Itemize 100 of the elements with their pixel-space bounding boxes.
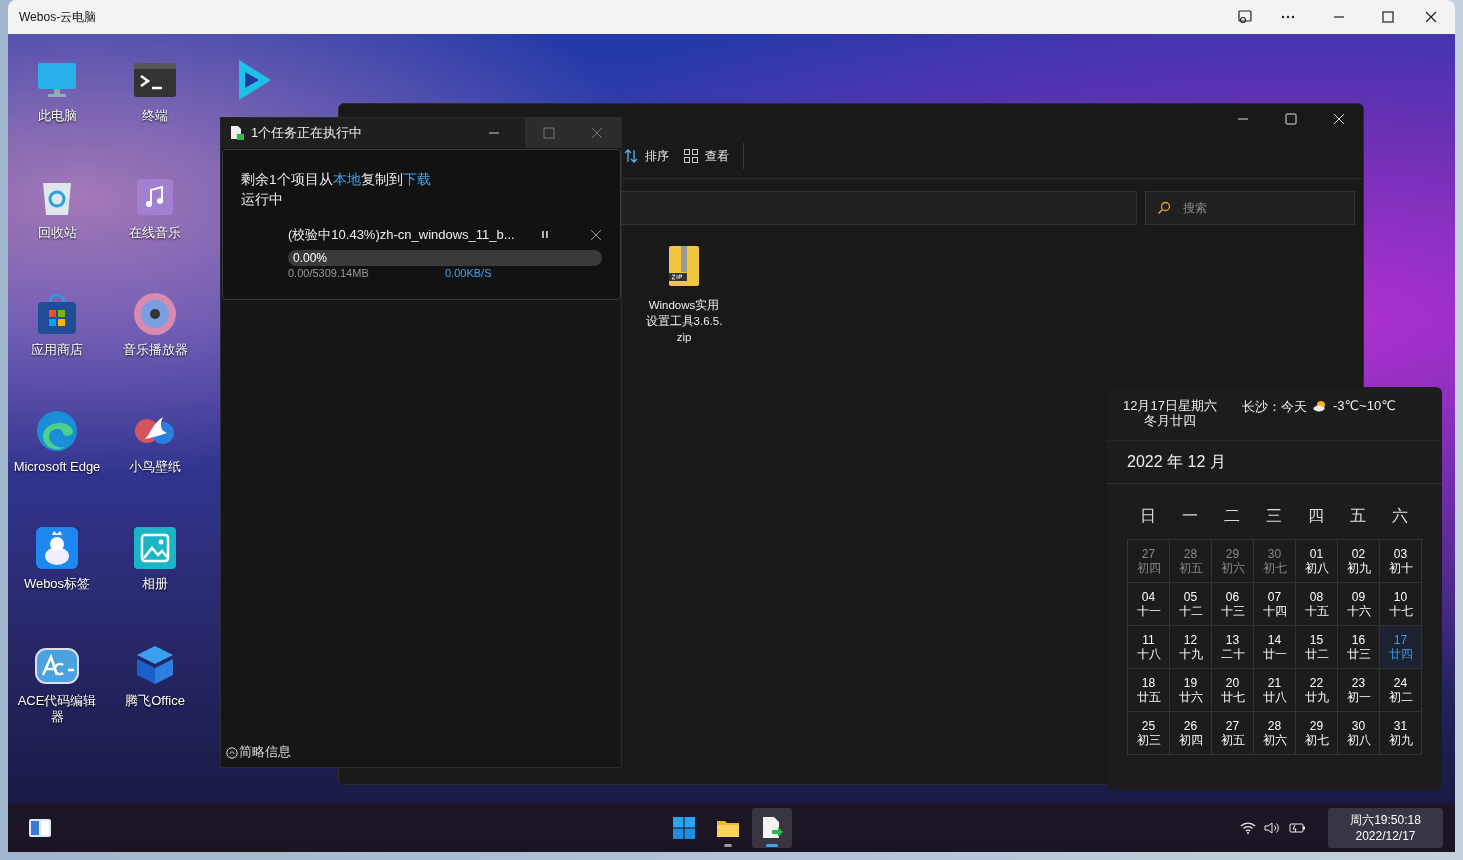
windows-logo-icon	[672, 816, 696, 840]
weekday-label: 二	[1223, 506, 1241, 526]
dialog-title: 1个任务正在执行中	[251, 124, 364, 142]
calendar-day[interactable]: 20 廿七	[1212, 669, 1254, 712]
disc-icon[interactable]	[133, 292, 177, 336]
desktop-icon-label[interactable]: ACE代码编辑器	[12, 693, 102, 725]
calendar-day[interactable]: 09 十六	[1338, 583, 1380, 626]
calendar-day[interactable]: 13 二十	[1212, 626, 1254, 669]
calendar-day[interactable]: 21 廿八	[1254, 669, 1296, 712]
calendar-day[interactable]: 15 廿二	[1296, 626, 1338, 669]
sort-button[interactable]: 排序	[623, 147, 669, 165]
maximize-icon[interactable]	[1284, 112, 1298, 126]
close-icon	[590, 126, 604, 140]
month-title: 2022 年 12 月	[1107, 441, 1442, 484]
temperature: -3℃~10℃	[1332, 398, 1396, 413]
maximize-icon	[542, 126, 556, 140]
copy-status: 运行中	[241, 191, 284, 209]
calendar-day[interactable]: 07 十四	[1254, 583, 1296, 626]
volume-icon[interactable]	[1264, 821, 1280, 835]
calendar-day[interactable]: 06 十三	[1212, 583, 1254, 626]
desktop-icon-label[interactable]: 在线音乐	[110, 225, 200, 241]
bird-app-icon[interactable]	[35, 526, 79, 570]
calendar-day[interactable]: 30 初七	[1254, 540, 1296, 583]
edge-logo-icon[interactable]	[35, 409, 79, 453]
current-date: 12月17日星期六	[1123, 398, 1217, 413]
calendar-day[interactable]: 23 初一	[1338, 669, 1380, 712]
desktop-icon-label[interactable]: 应用商店	[12, 342, 102, 358]
calendar-day[interactable]: 04 十一	[1128, 583, 1170, 626]
calendar-day[interactable]: 28 初六	[1254, 712, 1296, 755]
calendar-day[interactable]: 02 初九	[1338, 540, 1380, 583]
battery-icon[interactable]	[1288, 821, 1306, 835]
calendar-day[interactable]: 19 廿六	[1170, 669, 1212, 712]
calendar-day[interactable]: 05 十二	[1170, 583, 1212, 626]
lunar-date: 冬月廿四	[1143, 413, 1196, 428]
calendar-day[interactable]: 17 廿四	[1380, 626, 1422, 669]
calendar-day[interactable]: 28 初五	[1170, 540, 1212, 583]
task-file-name: (校验中10.43%)zh-cn_windows_11_b...	[288, 226, 516, 244]
wifi-icon[interactable]	[1240, 821, 1256, 835]
running-indicator	[766, 844, 778, 847]
close-icon[interactable]	[590, 229, 602, 241]
running-indicator	[724, 844, 732, 847]
close-icon[interactable]	[1423, 9, 1439, 25]
calendar-day[interactable]: 01 初八	[1296, 540, 1338, 583]
maximize-icon[interactable]	[1380, 9, 1396, 25]
calendar-day[interactable]: 30 初八	[1338, 712, 1380, 755]
picture-icon[interactable]	[133, 526, 177, 570]
weekday-label: 一	[1181, 506, 1199, 526]
weekday-label: 五	[1349, 506, 1367, 526]
weekday-label: 六	[1391, 506, 1409, 526]
clock-button[interactable]: 周六19:50:18 2022/12/17	[1328, 808, 1443, 848]
collapse-icon	[226, 746, 238, 759]
cast-icon[interactable]	[1237, 9, 1253, 25]
clock-time: 周六19:50:18	[1350, 812, 1421, 828]
copy-file-icon	[761, 816, 783, 840]
calendar-day[interactable]: 18 廿五	[1128, 669, 1170, 712]
calendar-day[interactable]: 12 十九	[1170, 626, 1212, 669]
copy-summary: 剩余1个项目从本地复制到下载	[241, 171, 432, 189]
desktop-icon-label[interactable]: 小鸟壁纸	[110, 459, 200, 475]
window-title: Webos-云电脑	[19, 8, 98, 26]
desktop-icon-label[interactable]: Microsoft Edge	[12, 459, 102, 475]
zip-folder-icon[interactable]	[667, 245, 701, 287]
clock-date: 2022/12/17	[1355, 828, 1416, 844]
desktop-icon-label[interactable]: 相册	[110, 576, 200, 592]
calendar-day[interactable]: 11 十八	[1128, 626, 1170, 669]
calendar-day[interactable]: 27 初四	[1128, 540, 1170, 583]
calendar-day[interactable]: 27 初五	[1212, 712, 1254, 755]
shopping-bag-icon[interactable]	[35, 292, 79, 336]
calendar-day[interactable]: 14 廿一	[1254, 626, 1296, 669]
calendar-day[interactable]: 24 初二	[1380, 669, 1422, 712]
desktop-icon-label[interactable]: 终端	[110, 108, 200, 124]
calendar-day[interactable]: 29 初六	[1212, 540, 1254, 583]
transfer-size: 0.00/5309.14MB	[288, 267, 370, 279]
progress-percent: 0.00%	[293, 251, 328, 265]
widgets-icon[interactable]	[28, 817, 52, 839]
weekday-label: 三	[1265, 506, 1283, 526]
calendar-day[interactable]: 22 廿九	[1296, 669, 1338, 712]
partly-cloudy-icon	[1312, 400, 1327, 412]
taskbar-app[interactable]	[752, 808, 792, 848]
brief-info-button[interactable]: 简略信息	[221, 744, 291, 767]
copy-file-icon	[229, 125, 245, 141]
file-name[interactable]: Windows实用设置工具3.6.5.zip	[644, 297, 724, 345]
calendar-day[interactable]: 25 初三	[1128, 712, 1170, 755]
calendar-day[interactable]: 26 初四	[1170, 712, 1212, 755]
calendar-day[interactable]: 03 初十	[1380, 540, 1422, 583]
calendar-day[interactable]: 31 初九	[1380, 712, 1422, 755]
weekday-label: 日	[1139, 506, 1157, 526]
search-field[interactable]: 搜索	[1145, 191, 1355, 225]
source-link[interactable]: 本地	[332, 172, 361, 187]
destination-link[interactable]: 下载	[402, 172, 431, 187]
calendar-day[interactable]: 29 初七	[1296, 712, 1338, 755]
desktop-icon-label[interactable]: 音乐播放器	[110, 342, 200, 358]
desktop-icon-label[interactable]: 此电脑	[12, 108, 102, 124]
calendar-day[interactable]: 08 十五	[1296, 583, 1338, 626]
desktop-icon-label[interactable]: Webos标签	[12, 576, 102, 592]
pause-icon[interactable]	[540, 230, 551, 240]
transfer-speed: 0.00KB/S	[445, 267, 492, 279]
desktop-icon-label[interactable]: 腾飞Office	[110, 693, 200, 709]
desktop-icon-label[interactable]: 回收站	[12, 225, 102, 241]
view-button[interactable]: 查看	[683, 147, 729, 165]
folder-icon	[716, 818, 740, 838]
